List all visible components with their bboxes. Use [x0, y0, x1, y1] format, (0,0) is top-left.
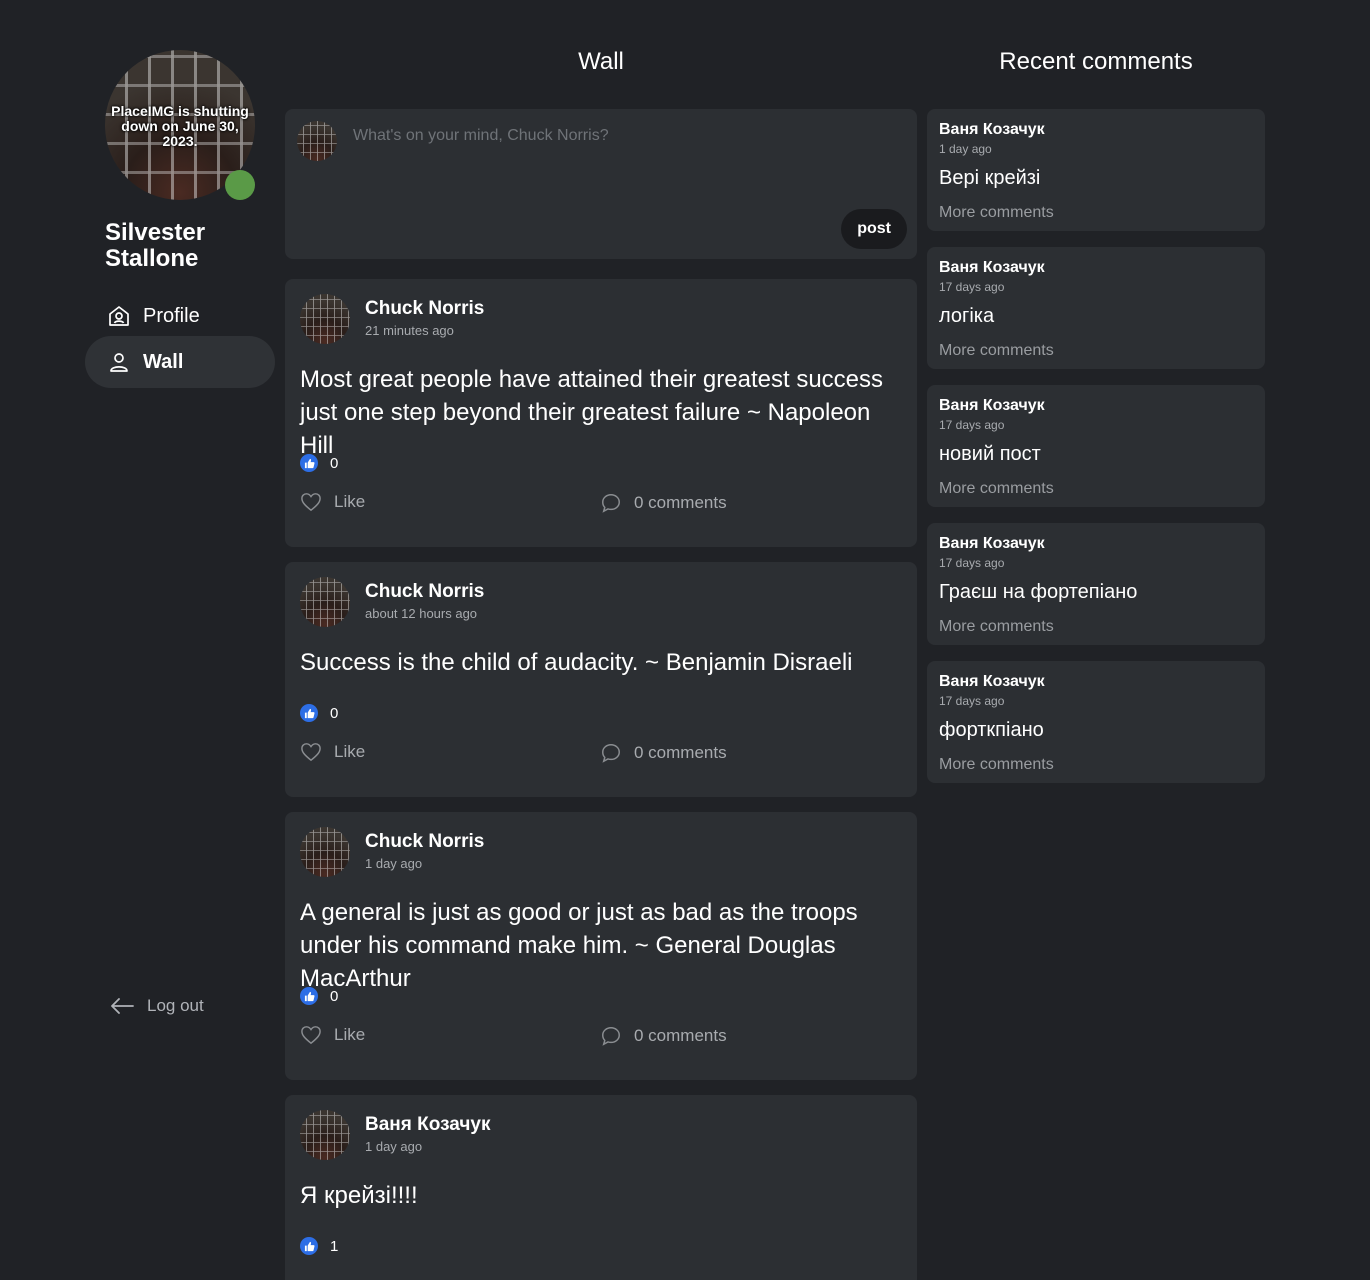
heart-icon [301, 743, 321, 762]
recent-comment-card: Ваня Козачук 17 days ago форткпіано More… [927, 661, 1265, 783]
like-label: Like [334, 1025, 366, 1044]
recent-comments-title: Recent comments [999, 48, 1193, 75]
comment-bubble-icon [602, 1027, 620, 1046]
post-time: 1 day ago [365, 1139, 423, 1154]
comments-button[interactable]: 0 comments [600, 1025, 727, 1047]
comment-text: Вері крейзі [939, 167, 1041, 189]
post-card: Chuck Norris about 12 hours ago Success … [285, 562, 917, 797]
comment-author[interactable]: Ваня Козачук [939, 121, 1045, 139]
comment-time: 17 days ago [939, 556, 1005, 570]
logout-label: Log out [147, 996, 204, 1015]
comments-button[interactable]: 0 comments [600, 492, 727, 514]
post-content: A general is just as good or just as bad… [300, 899, 858, 992]
comment-text: новий пост [939, 443, 1041, 465]
more-comments-link[interactable]: More comments [939, 756, 1054, 774]
recent-comment-card: Ваня Козачук 17 days ago логіка More com… [927, 247, 1265, 369]
likes-count-row: 1 [300, 1237, 338, 1255]
sidebar: PlaceIMG is shutting down on June 30, 20… [85, 0, 275, 1280]
comment-time: 1 day ago [939, 142, 992, 156]
more-comments-link[interactable]: More comments [939, 618, 1054, 636]
post-time: 21 minutes ago [365, 323, 454, 338]
comment-text: Граєш на фортепіано [939, 581, 1138, 603]
post-input[interactable] [353, 127, 893, 227]
nav-item-profile[interactable]: Profile [85, 290, 275, 342]
recent-comment-card: Ваня Козачук 17 days ago Граєш на фортеп… [927, 523, 1265, 645]
composer-avatar [297, 121, 337, 161]
like-button[interactable]: Like [300, 492, 365, 512]
comment-author[interactable]: Ваня Козачук [939, 673, 1045, 691]
thumbs-up-icon [300, 454, 318, 472]
thumbs-up-icon [300, 987, 318, 1005]
post-actions: Like 0 comments [300, 1025, 900, 1051]
post-composer: post [285, 109, 917, 259]
nav-label-profile: Profile [143, 304, 200, 327]
logout-button[interactable]: Log out [109, 996, 204, 1016]
heart-icon [301, 1026, 321, 1045]
comment-bubble-icon [602, 744, 620, 763]
post-card: Ваня Козачук 1 day ago Я крейзі!!!! 1 [285, 1095, 917, 1280]
comment-author[interactable]: Ваня Козачук [939, 535, 1045, 553]
post-content: Most great people have attained their gr… [300, 366, 884, 459]
comment-time: 17 days ago [939, 418, 1005, 432]
arrow-left-icon [111, 998, 134, 1014]
like-label: Like [334, 742, 366, 761]
comments-button[interactable]: 0 comments [600, 742, 727, 764]
post-content: Я крейзі!!!! [300, 1182, 418, 1209]
post-time: about 12 hours ago [365, 606, 478, 621]
post-button[interactable]: post [841, 209, 907, 249]
recent-comment-card: Ваня Козачук 1 day ago Вері крейзі More … [927, 109, 1265, 231]
comments-count: 0 comments [634, 493, 727, 512]
like-button[interactable]: Like [300, 1025, 365, 1045]
avatar-placeholder-text: PlaceIMG is shutting down on June 30, 20… [111, 103, 249, 149]
like-label: Like [334, 492, 366, 511]
likes-count-row: 0 [300, 987, 338, 1005]
likes-count-row: 0 [300, 454, 338, 472]
profile-avatar[interactable]: PlaceIMG is shutting down on June 30, 20… [105, 50, 255, 200]
post-content: Success is the child of audacity. ~ Benj… [300, 649, 853, 676]
comment-author[interactable]: Ваня Козачук [939, 397, 1045, 415]
comments-count: 0 comments [634, 743, 727, 762]
more-comments-link[interactable]: More comments [939, 342, 1054, 360]
post-author[interactable]: Chuck Norris [365, 831, 484, 853]
online-status-dot [225, 170, 255, 200]
post-author[interactable]: Chuck Norris [365, 581, 484, 603]
like-button[interactable]: Like [300, 742, 365, 762]
thumbs-up-icon [300, 1237, 318, 1255]
more-comments-link[interactable]: More comments [939, 204, 1054, 222]
comments-count: 0 comments [634, 1026, 727, 1045]
post-actions: Like 0 comments [300, 742, 900, 768]
post-author-avatar[interactable] [300, 577, 350, 627]
comment-author[interactable]: Ваня Козачук [939, 259, 1045, 277]
comment-text: логіка [939, 305, 995, 327]
comment-bubble-icon [602, 494, 620, 513]
likes-count-row: 0 [300, 704, 338, 722]
likes-count: 0 [330, 454, 339, 472]
comment-time: 17 days ago [939, 694, 1005, 708]
comment-text: форткпіано [939, 719, 1044, 741]
post-card: Chuck Norris 1 day ago A general is just… [285, 812, 917, 1080]
likes-count: 0 [330, 987, 339, 1005]
post-author[interactable]: Ваня Козачук [365, 1114, 490, 1136]
likes-count: 0 [330, 704, 339, 722]
page: PlaceIMG is shutting down on June 30, 20… [0, 0, 1370, 1280]
post-author-avatar[interactable] [300, 294, 350, 344]
nav-item-wall[interactable]: Wall [85, 336, 275, 388]
user-name: Silvester Stallone [105, 219, 206, 272]
post-author-avatar[interactable] [300, 827, 350, 877]
post-time: 1 day ago [365, 856, 423, 871]
user-icon [110, 353, 128, 372]
wall-title: Wall [578, 48, 624, 75]
post-card: Chuck Norris 21 minutes ago Most great p… [285, 279, 917, 547]
likes-count: 1 [330, 1237, 339, 1255]
post-author-avatar[interactable] [300, 1110, 350, 1160]
more-comments-link[interactable]: More comments [939, 480, 1054, 498]
thumbs-up-icon [300, 704, 318, 722]
comment-time: 17 days ago [939, 280, 1005, 294]
post-actions: Like 0 comments [300, 492, 900, 518]
recent-comment-card: Ваня Козачук 17 days ago новий пост More… [927, 385, 1265, 507]
profile-home-icon [109, 306, 129, 326]
heart-icon [301, 493, 321, 512]
post-author[interactable]: Chuck Norris [365, 298, 484, 320]
nav-label-wall: Wall [143, 350, 184, 373]
